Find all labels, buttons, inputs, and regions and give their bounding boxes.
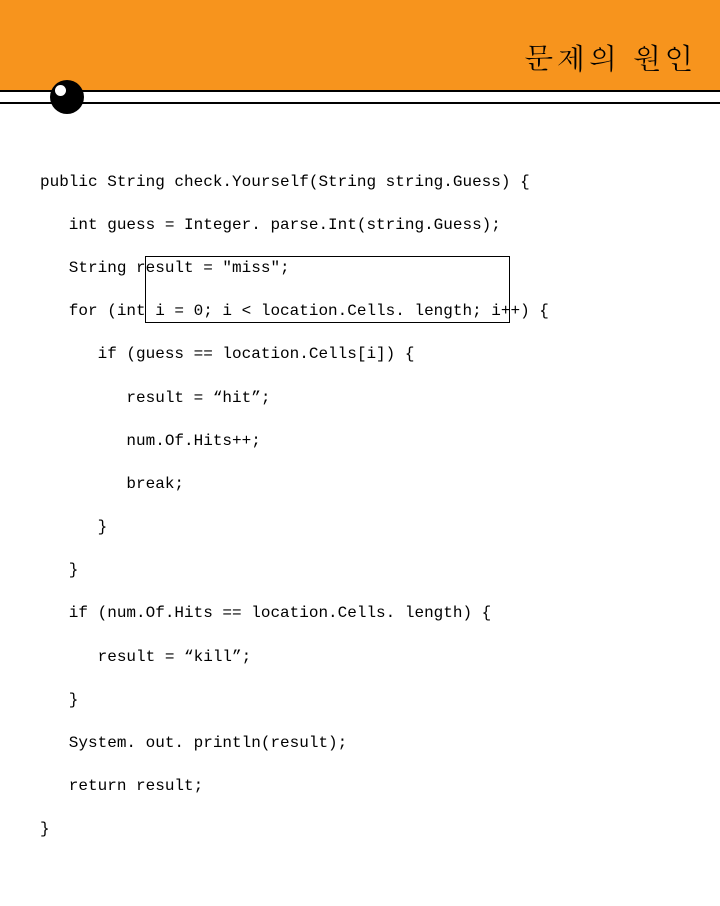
code-line: if (guess == location.Cells[i]) { — [40, 344, 690, 366]
code-line: break; — [40, 474, 690, 496]
bullet-icon — [50, 80, 84, 114]
code-line: String result = "miss"; — [40, 258, 690, 280]
slide-header: 문제의 원인 — [0, 0, 720, 110]
code-line: } — [40, 690, 690, 712]
code-line: public String check.Yourself(String stri… — [40, 172, 690, 194]
code-line: result = “hit”; — [40, 388, 690, 410]
slide: 문제의 원인 public String check.Yourself(Stri… — [0, 0, 720, 540]
code-line: for (int i = 0; i < location.Cells. leng… — [40, 301, 690, 323]
code-line: num.Of.Hits++; — [40, 431, 690, 453]
code-line: result = “kill”; — [40, 647, 690, 669]
code-line: } — [40, 517, 690, 539]
code-line: } — [40, 560, 690, 582]
code-line: if (num.Of.Hits == location.Cells. lengt… — [40, 603, 690, 625]
code-block: public String check.Yourself(String stri… — [40, 150, 690, 906]
code-line: } — [40, 819, 690, 841]
slide-title: 문제의 원인 — [524, 36, 696, 78]
code-line: int guess = Integer. parse.Int(string.Gu… — [40, 215, 690, 237]
header-divider — [0, 90, 720, 104]
code-line: System. out. println(result); — [40, 733, 690, 755]
code-line: return result; — [40, 776, 690, 798]
